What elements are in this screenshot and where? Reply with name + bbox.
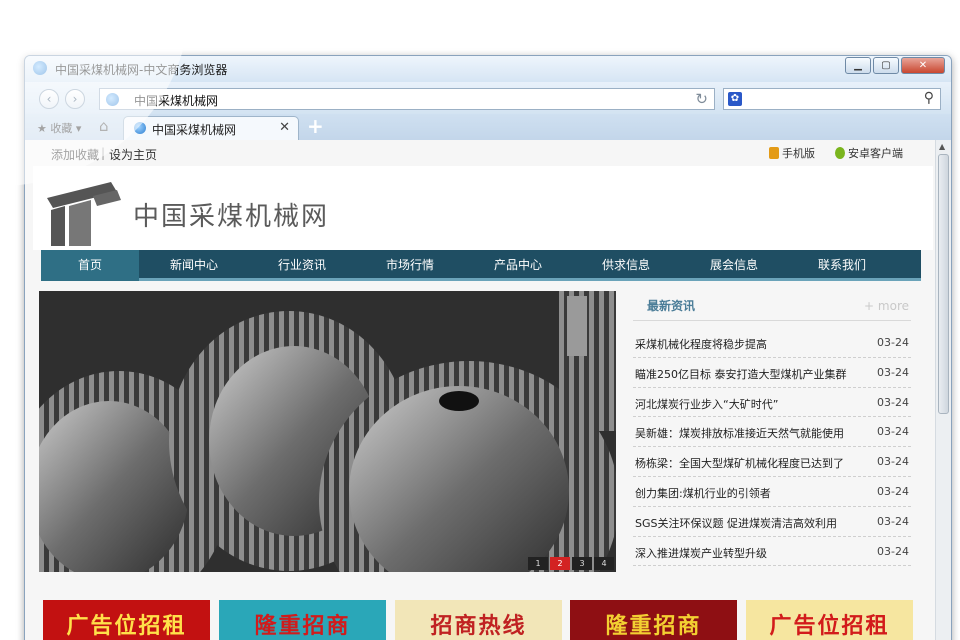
ad-banner-1[interactable]: 广告位招租 xyxy=(43,600,210,640)
nav-supply-demand[interactable]: 供求信息 xyxy=(577,250,675,281)
news-headline[interactable]: SGS关注环保议题 促进煤炭清洁高效利用 xyxy=(635,515,861,531)
favorites-menu[interactable]: ★ 收藏 ▾ xyxy=(37,120,81,136)
window-controls: ▁ ▢ ✕ xyxy=(845,57,945,74)
baidu-paw-icon: ✿ xyxy=(728,92,742,106)
scroll-thumb[interactable] xyxy=(938,154,949,414)
home-icon[interactable]: ⌂ xyxy=(99,117,109,135)
site-logo-text[interactable]: 中国采煤机械网 xyxy=(133,196,329,233)
news-headline[interactable]: 创力集团:煤机行业的引领者 xyxy=(635,485,861,501)
nav-exhibition[interactable]: 展会信息 xyxy=(685,250,783,281)
news-date: 03-24 xyxy=(877,544,909,558)
slider-dot-2[interactable]: 2 xyxy=(550,557,570,570)
refresh-icon[interactable]: ↻ xyxy=(695,90,708,108)
news-headline[interactable]: 深入推进煤炭产业转型升级 xyxy=(635,545,861,561)
news-date: 03-24 xyxy=(877,455,909,469)
slider-dot-4[interactable]: 4 xyxy=(594,557,614,570)
banner-slider[interactable]: 1 2 3 4 xyxy=(39,291,616,572)
search-input[interactable]: ✿ ⚲ xyxy=(723,88,941,110)
more-link[interactable]: + more xyxy=(864,299,909,313)
nav-products[interactable]: 产品中心 xyxy=(469,250,567,281)
toolbar: ‹ › 中国采煤机械网 ↻ ✿ ⚲ xyxy=(25,82,951,114)
news-date: 03-24 xyxy=(877,395,909,409)
add-favorite-link[interactable]: 添加收藏 xyxy=(51,146,99,163)
mobile-icon xyxy=(769,147,779,159)
ad-banner-3[interactable]: 招商热线 xyxy=(395,600,562,640)
news-list: 采煤机械化程度将稳步提高 03-24 瞄准250亿目标 泰安打造大型煤机产业集群 0… xyxy=(633,328,911,567)
tab-bar: ★ 收藏 ▾ ⌂ 中国采煤机械网 ✕ + xyxy=(25,114,951,140)
nav-industry-info[interactable]: 行业资讯 xyxy=(253,250,351,281)
slider-dot-3[interactable]: 3 xyxy=(572,557,592,570)
list-item[interactable]: 采煤机械化程度将稳步提高 03-24 xyxy=(633,328,911,358)
list-item[interactable]: SGS关注环保议题 促进煤炭清洁高效利用 03-24 xyxy=(633,507,911,537)
main-nav: 首页 新闻中心 行业资讯 市场行情 产品中心 供求信息 展会信息 联系我们 xyxy=(41,250,921,281)
latest-news-panel: 最新资讯 + more 采煤机械化程度将稳步提高 03-24 瞄准250亿目标 泰… xyxy=(633,291,911,572)
site-header: 中国采煤机械网 xyxy=(33,166,933,250)
nav-market[interactable]: 市场行情 xyxy=(361,250,459,281)
news-headline[interactable]: 杨栋梁：全国大型煤矿机械化程度已达到了 xyxy=(635,455,861,471)
ad-strip: 广告位招租 隆重招商 招商热线 隆重招商 广告位招租 xyxy=(43,600,913,640)
news-date: 03-24 xyxy=(877,425,909,439)
news-headline[interactable]: 采煤机械化程度将稳步提高 xyxy=(635,336,861,352)
tab-close-icon[interactable]: ✕ xyxy=(279,120,290,135)
news-headline[interactable]: 瞄准250亿目标 泰安打造大型煤机产业集群 xyxy=(635,366,861,382)
list-item[interactable]: 河北煤炭行业步入“大矿时代” 03-24 xyxy=(633,388,911,418)
news-headline[interactable]: 河北煤炭行业步入“大矿时代” xyxy=(635,396,861,412)
news-headline[interactable]: 吴新雄：煤炭排放标准接近天然气就能使用 xyxy=(635,425,861,441)
slider-dot-1[interactable]: 1 xyxy=(528,557,548,570)
vertical-scrollbar[interactable]: ▲ xyxy=(935,140,951,640)
gears-image xyxy=(39,291,616,572)
tab-title: 中国采煤机械网 xyxy=(152,123,237,137)
minimize-button[interactable]: ▁ xyxy=(845,57,871,74)
news-date: 03-24 xyxy=(877,336,909,349)
divider: | xyxy=(101,146,106,160)
list-item[interactable]: 瞄准250亿目标 泰安打造大型煤机产业集群 03-24 xyxy=(633,358,911,388)
ad-text: 广告位招租 xyxy=(769,614,890,639)
browser-window: 中国采煤机械网-中文商务浏览器 ▁ ▢ ✕ ‹ › 中国采煤机械网 ↻ ✿ ⚲ … xyxy=(24,55,952,640)
list-item[interactable]: 杨栋梁：全国大型煤矿机械化程度已达到了 03-24 xyxy=(633,447,911,477)
mobile-version-link[interactable]: 手机版 xyxy=(769,145,815,161)
ad-text: 招商热线 xyxy=(430,614,527,639)
nav-news-center[interactable]: 新闻中心 xyxy=(145,250,243,281)
ad-banner-4[interactable]: 隆重招商 xyxy=(570,600,737,640)
latest-news-title: 最新资讯 xyxy=(647,299,696,313)
new-tab-icon[interactable]: + xyxy=(307,114,324,138)
list-item[interactable]: 吴新雄：煤炭排放标准接近天然气就能使用 03-24 xyxy=(633,417,911,448)
forward-button[interactable]: › xyxy=(65,89,85,109)
ad-banner-5[interactable]: 广告位招租 xyxy=(746,600,913,640)
title-bar: 中国采煤机械网-中文商务浏览器 ▁ ▢ ✕ xyxy=(25,56,951,82)
news-date: 03-24 xyxy=(877,365,909,379)
slider-pager: 1 2 3 4 xyxy=(528,557,614,570)
search-icon[interactable]: ⚲ xyxy=(924,90,934,106)
address-text: 中国采煤机械网 xyxy=(134,94,219,108)
list-item[interactable]: 深入推进煤炭产业转型升级 03-24 xyxy=(633,537,911,567)
site-icon xyxy=(106,93,119,106)
page-viewport: 添加收藏 | 设为主页 手机版 安卓客户端 中国采煤机械网 首页 新闻中心 行业… xyxy=(25,140,951,640)
logo-mark-icon xyxy=(47,182,121,246)
ad-banner-2[interactable]: 隆重招商 xyxy=(219,600,386,640)
news-date: 03-24 xyxy=(877,484,909,498)
android-icon xyxy=(835,147,845,159)
browser-logo-icon xyxy=(33,61,47,75)
maximize-button[interactable]: ▢ xyxy=(873,57,899,74)
list-item[interactable]: 创力集团:煤机行业的引领者 03-24 xyxy=(633,477,911,507)
ad-text: 隆重招商 xyxy=(254,614,351,639)
address-bar[interactable]: 中国采煤机械网 ↻ xyxy=(99,88,715,110)
tab-site-icon xyxy=(134,122,146,134)
news-date: 03-24 xyxy=(877,514,909,528)
tab-active[interactable]: 中国采煤机械网 ✕ xyxy=(123,116,299,140)
site-topbar: 添加收藏 | 设为主页 手机版 安卓客户端 xyxy=(25,140,935,166)
close-button[interactable]: ✕ xyxy=(901,57,945,74)
ad-text: 广告位招租 xyxy=(66,614,187,639)
latest-news-header: 最新资讯 + more xyxy=(633,291,911,321)
back-button[interactable]: ‹ xyxy=(39,89,59,109)
nav-home[interactable]: 首页 xyxy=(41,250,139,281)
android-client-link[interactable]: 安卓客户端 xyxy=(835,145,903,161)
set-homepage-link[interactable]: 设为主页 xyxy=(109,146,157,163)
window-title: 中国采煤机械网-中文商务浏览器 xyxy=(55,63,228,77)
nav-contact[interactable]: 联系我们 xyxy=(793,250,891,281)
ad-text: 隆重招商 xyxy=(605,614,702,639)
scroll-up-icon[interactable]: ▲ xyxy=(939,142,945,151)
